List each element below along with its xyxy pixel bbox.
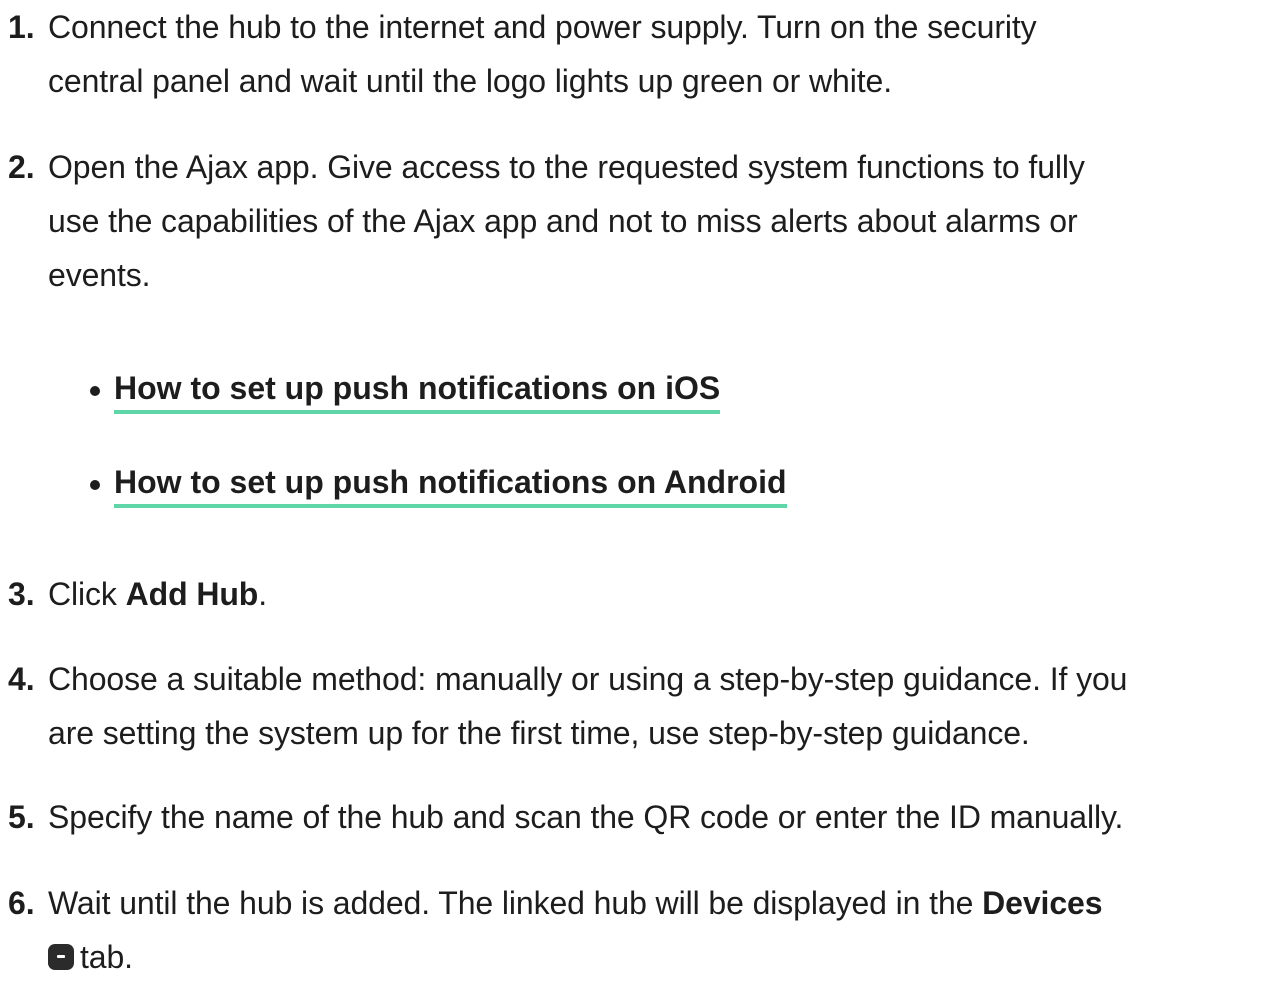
bullet — [90, 386, 100, 396]
step-text-continued: events. — [48, 257, 151, 293]
step-text: Wait until the hub is added. The linked … — [48, 885, 983, 921]
step-number: 1. — [8, 9, 35, 45]
step-4: 4. Choose a suitable method: manually or … — [8, 652, 1267, 760]
step-number: 6. — [8, 885, 35, 921]
list-item: How to set up push notifications on iOS — [90, 343, 787, 437]
step-number: 4. — [8, 661, 35, 697]
instruction-steps: 1. Connect the hub to the internet and po… — [0, 0, 1277, 975]
devices-tab-icon — [48, 944, 74, 970]
bullet — [90, 480, 100, 490]
step-number: 2. — [8, 149, 35, 185]
add-hub-label: Add Hub — [125, 576, 259, 612]
step-text-continued: use the capabilities of the Ajax app and… — [48, 203, 1078, 239]
ios-push-notifications-link[interactable]: How to set up push notifications on iOS — [114, 366, 721, 414]
step-text: Choose a suitable method: manually or us… — [48, 661, 1128, 697]
step-text: Open the Ajax app. Give access to the re… — [48, 149, 1085, 185]
step-5: 5. Specify the name of the hub and scan t… — [8, 790, 1267, 844]
step-text-continued: central panel and wait until the logo li… — [48, 63, 893, 99]
step-number: 5. — [8, 799, 35, 835]
devices-label: Devices — [982, 885, 1103, 921]
step-text-continued: tab. — [8, 930, 1267, 984]
push-notification-links: How to set up push notifications on iOS … — [90, 343, 787, 531]
tab-word: tab. — [80, 939, 133, 975]
step-2: 2. Open the Ajax app. Give access to the … — [8, 140, 1267, 302]
step-text: Connect the hub to the internet and powe… — [48, 9, 1037, 45]
list-item: How to set up push notifications on Andr… — [90, 437, 787, 531]
step-text: Specify the name of the hub and scan the… — [48, 799, 1124, 835]
step-6: 6. Wait until the hub is added. The linke… — [8, 876, 1267, 984]
step-text-end: . — [258, 576, 268, 612]
android-push-notifications-link[interactable]: How to set up push notifications on Andr… — [114, 460, 787, 508]
step-text-continued: are setting the system up for the first … — [48, 715, 1030, 751]
step-1: 1. Connect the hub to the internet and po… — [8, 0, 1267, 108]
step-text: Click — [48, 576, 126, 612]
step-3: 3. Click Add Hub. — [8, 567, 1267, 621]
step-number: 3. — [8, 576, 35, 612]
